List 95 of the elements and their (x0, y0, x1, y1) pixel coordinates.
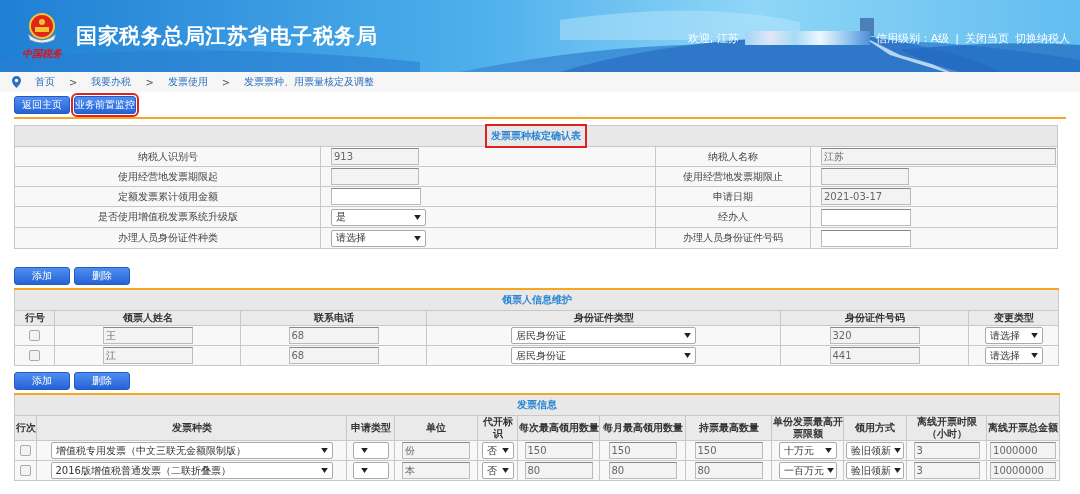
caret-icon (826, 468, 834, 473)
text-field[interactable]: 江 (102, 347, 193, 364)
text-field[interactable]: 80 (608, 462, 677, 479)
caret-icon (501, 468, 509, 473)
text-field[interactable] (821, 229, 911, 247)
text-field[interactable]: 1000000 (990, 442, 1057, 459)
text-field[interactable]: 本 (402, 462, 470, 479)
caret-icon (684, 353, 691, 358)
breadcrumb-separator: > (69, 76, 78, 88)
location-pin-icon (12, 76, 21, 88)
dropdown[interactable]: 是 (331, 208, 426, 226)
text-field[interactable] (331, 168, 419, 185)
caret-icon (320, 448, 328, 453)
text-field[interactable]: 份 (402, 442, 470, 459)
field-label: 定额发票累计领用金额 (14, 186, 321, 207)
text-field[interactable]: 441 (829, 347, 920, 364)
text-field[interactable]: 10000000 (990, 462, 1057, 479)
text-field[interactable]: 江苏 (821, 148, 1056, 165)
column-header: 每月最高领用数量 (599, 415, 686, 441)
dropdown[interactable]: 否 (481, 442, 514, 459)
dropdown[interactable]: 2016版增值税普通发票（二联折叠票） (50, 462, 333, 479)
breadcrumb-link[interactable]: 发票票种、用票量核定及调整 (244, 75, 375, 89)
text-field[interactable]: 3 (913, 462, 980, 479)
dropdown[interactable]: 验旧领新 (846, 462, 904, 479)
checkbox[interactable] (20, 465, 31, 477)
caret-icon (894, 448, 901, 453)
column-header: 发票种类 (36, 415, 347, 441)
column-header: 离线开票时限（小时） (906, 415, 987, 441)
field-label: 是否使用增值税发票系统升级版 (14, 206, 321, 228)
table-title: 领票人信息维护 (500, 293, 573, 307)
breadcrumb-link[interactable]: 我要办税 (91, 75, 132, 89)
text-field[interactable]: 68 (288, 327, 379, 344)
dropdown[interactable]: 增值税专用发票（中文三联无金额限制版） (50, 442, 333, 459)
dropdown[interactable] (352, 442, 389, 459)
column-header: 持票最高数量 (685, 415, 772, 441)
dropdown[interactable]: 请选择 (984, 347, 1043, 364)
text-field[interactable]: 2021-03-17 (821, 188, 911, 205)
dropdown[interactable]: 请选择 (331, 229, 426, 247)
column-header: 单位 (394, 415, 478, 441)
field-label: 纳税人识别号 (14, 146, 321, 167)
caret-icon (1030, 353, 1038, 358)
text-field[interactable]: 80 (524, 462, 593, 479)
table-title: 发票票种核定确认表 (487, 126, 585, 146)
caret-icon (320, 468, 328, 473)
caret-icon (360, 468, 368, 473)
breadcrumb-link[interactable]: 首页 (35, 75, 55, 89)
column-header: 每次最高领用数量 (517, 415, 600, 441)
field-label: 办理人员身份证件种类 (14, 227, 321, 249)
text-field[interactable]: 68 (288, 347, 379, 364)
text-field[interactable] (821, 168, 909, 185)
divider-text: | (955, 31, 959, 45)
dropdown[interactable]: 验旧领新 (846, 442, 904, 459)
caret-icon (414, 214, 421, 220)
dropdown[interactable]: 居民身份证 (511, 347, 696, 364)
caret-icon (1030, 333, 1038, 338)
text-field[interactable]: 913 (331, 148, 419, 165)
text-field[interactable]: 150 (694, 442, 763, 459)
checkbox[interactable] (29, 350, 40, 362)
caret-icon (360, 448, 368, 453)
table-button[interactable]: 添加 (14, 267, 70, 285)
column-header: 行次 (14, 415, 37, 441)
text-field[interactable]: 150 (608, 442, 677, 459)
table-button[interactable]: 添加 (14, 372, 70, 390)
text-field[interactable] (331, 188, 421, 205)
breadcrumb-link[interactable]: 发票使用 (167, 75, 208, 89)
text-field[interactable]: 320 (829, 327, 920, 344)
dropdown[interactable]: 一百万元 (778, 462, 837, 479)
nav-button[interactable]: 返回主页 (14, 96, 70, 114)
text-field[interactable]: 3 (913, 442, 980, 459)
dropdown[interactable]: 否 (481, 462, 514, 479)
caret-icon (894, 468, 901, 473)
text-field[interactable]: 80 (694, 462, 763, 479)
field-label: 使用经营地发票期限起 (14, 166, 321, 187)
nav-button[interactable]: 业务前置监控 (74, 96, 136, 114)
caret-icon (684, 333, 691, 338)
site-title: 国家税务总局江苏省电子税务局 (76, 23, 377, 50)
caret-icon (414, 235, 421, 241)
breadcrumb-separator: > (221, 76, 231, 88)
breadcrumb-separator: > (145, 76, 154, 88)
brand-mark: 中国税务 (22, 46, 62, 61)
dropdown[interactable]: 请选择 (984, 327, 1043, 344)
table-button[interactable]: 删除 (74, 372, 130, 390)
dropdown[interactable] (352, 462, 389, 479)
caret-icon (501, 448, 509, 453)
text-field[interactable] (821, 208, 911, 226)
dropdown[interactable]: 居民身份证 (511, 327, 696, 344)
text-field[interactable]: 150 (524, 442, 593, 459)
table-button[interactable]: 删除 (74, 267, 130, 285)
dropdown[interactable]: 十万元 (778, 442, 837, 459)
table-title: 发票信息 (516, 398, 559, 412)
checkbox[interactable] (20, 445, 31, 457)
emblem-icon (24, 11, 60, 46)
caret-icon (824, 448, 832, 453)
checkbox[interactable] (29, 330, 40, 342)
text-field[interactable]: 王 (102, 327, 193, 344)
